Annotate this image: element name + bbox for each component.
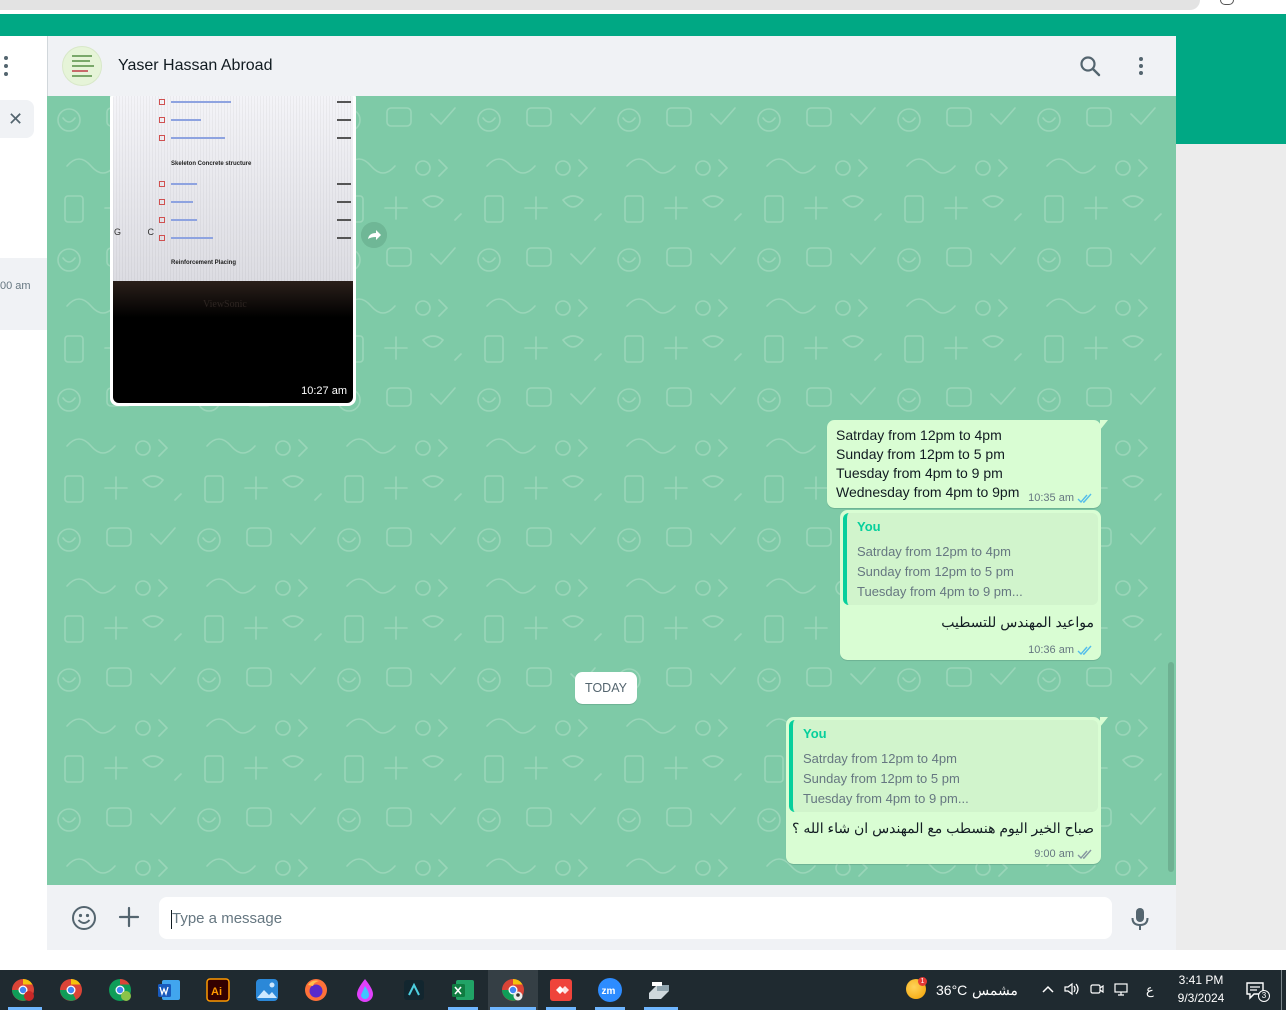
composer-bar	[47, 885, 1176, 950]
message-meta: 9:00 am	[1034, 848, 1093, 860]
read-receipt-icon	[1077, 645, 1092, 655]
conversation-panel[interactable]: Skeleton Concrete structure Reinforcemen…	[47, 96, 1176, 885]
more-options-icon[interactable]	[1135, 54, 1147, 78]
photo-edge-letters: G C	[114, 227, 167, 237]
delivered-receipt-icon	[1077, 849, 1092, 859]
background-accent	[1176, 36, 1286, 144]
chrome-active-icon[interactable]	[500, 977, 526, 1003]
message-line: Wednesday from 4pm to 9pm	[836, 484, 1020, 500]
weather-condition[interactable]: مشمس	[972, 982, 1018, 999]
close-icon[interactable]: ✕	[8, 110, 23, 128]
quoted-author: You	[857, 519, 881, 534]
menu-icon[interactable]	[2, 56, 10, 80]
outgoing-message[interactable]: You Satrday from 12pm to 4pm Sunday from…	[840, 510, 1101, 660]
illustrator-icon[interactable]: Ai	[205, 977, 231, 1003]
dark-app-icon[interactable]	[401, 977, 427, 1003]
quoted-message[interactable]: You Satrday from 12pm to 4pm Sunday from…	[789, 720, 1098, 812]
globe-icon[interactable]	[1220, 0, 1234, 5]
message-line: Tuesday from 4pm to 9 pm	[836, 465, 1003, 481]
photo-monitor-screen: Skeleton Concrete structure Reinforcemen…	[113, 96, 353, 283]
word-icon[interactable]	[156, 977, 182, 1003]
message-meta: 10:35 am	[1028, 492, 1093, 504]
chrome-profile-icon[interactable]	[10, 977, 36, 1003]
emoji-icon[interactable]	[71, 905, 97, 931]
message-time: 10:27 am	[301, 385, 347, 397]
taskbar: Ai zm 1 36°C مشمس ع 3:41 PM 9/3/2024 3	[0, 970, 1286, 1010]
message-line: Satrday from 12pm to 4pm	[836, 427, 1002, 443]
window-bottom-area	[0, 950, 1286, 970]
forward-icon[interactable]	[361, 222, 387, 248]
quoted-line: Tuesday from 4pm to 9 pm...	[803, 791, 969, 806]
text-caret	[171, 910, 172, 929]
quoted-line: Sunday from 12pm to 5 pm	[803, 771, 960, 786]
message-line: Sunday from 12pm to 5 pm	[836, 446, 1005, 462]
quoted-line: Tuesday from 4pm to 9 pm...	[857, 584, 1023, 599]
weather-alert-badge: 1	[918, 977, 927, 986]
chat-list-panel: ✕ 00 am	[0, 36, 47, 950]
chat-scrollbar[interactable]	[1168, 662, 1174, 872]
read-receipt-icon	[1077, 493, 1092, 503]
image-message[interactable]: Skeleton Concrete structure Reinforcemen…	[110, 96, 356, 406]
photo-section-title: Reinforcement Placing	[171, 260, 237, 266]
chat-header: Yaser Hassan Abroad	[47, 36, 1176, 96]
quoted-message[interactable]: You Satrday from 12pm to 4pm Sunday from…	[843, 513, 1098, 605]
chrome-alt-icon[interactable]	[107, 977, 133, 1003]
photos-icon[interactable]	[254, 977, 280, 1003]
chat-list-item-time: 00 am	[0, 280, 31, 292]
clock-time[interactable]: 3:41 PM	[1176, 973, 1226, 987]
quoted-author: You	[803, 726, 827, 741]
input-language[interactable]: ع	[1146, 982, 1154, 998]
chevron-up-icon[interactable]	[1041, 983, 1055, 995]
app-header-band	[0, 14, 1286, 36]
network-icon[interactable]	[1113, 981, 1129, 997]
chrome-icon[interactable]	[58, 977, 84, 1003]
contact-name[interactable]: Yaser Hassan Abroad	[118, 57, 272, 75]
microphone-icon[interactable]	[1129, 906, 1151, 932]
outgoing-message[interactable]: Satrday from 12pm to 4pm Sunday from 12p…	[827, 420, 1108, 508]
address-bar-strip[interactable]	[0, 0, 1200, 10]
ink-drop-icon[interactable]	[352, 977, 378, 1003]
message-text: صباح الخير اليوم هنسطب مع المهندس ان شاء…	[792, 820, 1094, 836]
svg-text:Ai: Ai	[211, 986, 222, 998]
search-icon[interactable]	[1078, 54, 1102, 78]
message-time: 10:36 am	[1028, 644, 1074, 656]
browser-top-bar	[0, 0, 1286, 14]
firefox-icon[interactable]	[303, 977, 329, 1003]
chat-list-item[interactable]	[0, 258, 47, 330]
anydesk-icon[interactable]	[548, 977, 574, 1003]
image-preview[interactable]: Skeleton Concrete structure Reinforcemen…	[113, 96, 353, 403]
show-desktop-button[interactable]	[1281, 970, 1282, 1010]
notification-count-badge: 3	[1258, 990, 1270, 1002]
date-separator: TODAY	[575, 672, 637, 704]
meet-now-icon[interactable]	[1089, 981, 1105, 997]
quoted-line: Satrday from 12pm to 4pm	[803, 751, 957, 766]
zoom-icon[interactable]: zm	[597, 977, 623, 1003]
scanner-icon[interactable]	[646, 977, 672, 1003]
excel-icon[interactable]	[450, 977, 476, 1003]
plus-icon[interactable]	[117, 905, 141, 929]
message-input[interactable]	[159, 897, 1112, 939]
volume-icon[interactable]	[1063, 981, 1079, 997]
message-time: 10:35 am	[1028, 492, 1074, 504]
photo-section-title: Skeleton Concrete structure	[171, 161, 252, 167]
outgoing-message[interactable]: You Satrday from 12pm to 4pm Sunday from…	[786, 717, 1108, 864]
avatar[interactable]	[62, 46, 102, 86]
quoted-line: Satrday from 12pm to 4pm	[857, 544, 1011, 559]
photo-monitor-brand: ViewSonic	[203, 299, 247, 310]
weather-temperature[interactable]: 36°C	[936, 982, 967, 998]
background-panel	[1176, 144, 1286, 970]
clock-date[interactable]: 9/3/2024	[1172, 991, 1230, 1005]
svg-text:zm: zm	[602, 986, 616, 997]
message-time: 9:00 am	[1034, 848, 1074, 860]
quoted-line: Sunday from 12pm to 5 pm	[857, 564, 1014, 579]
message-text: مواعيد المهندس للتسطيب	[941, 614, 1094, 630]
message-meta: 10:36 am	[1028, 644, 1093, 656]
